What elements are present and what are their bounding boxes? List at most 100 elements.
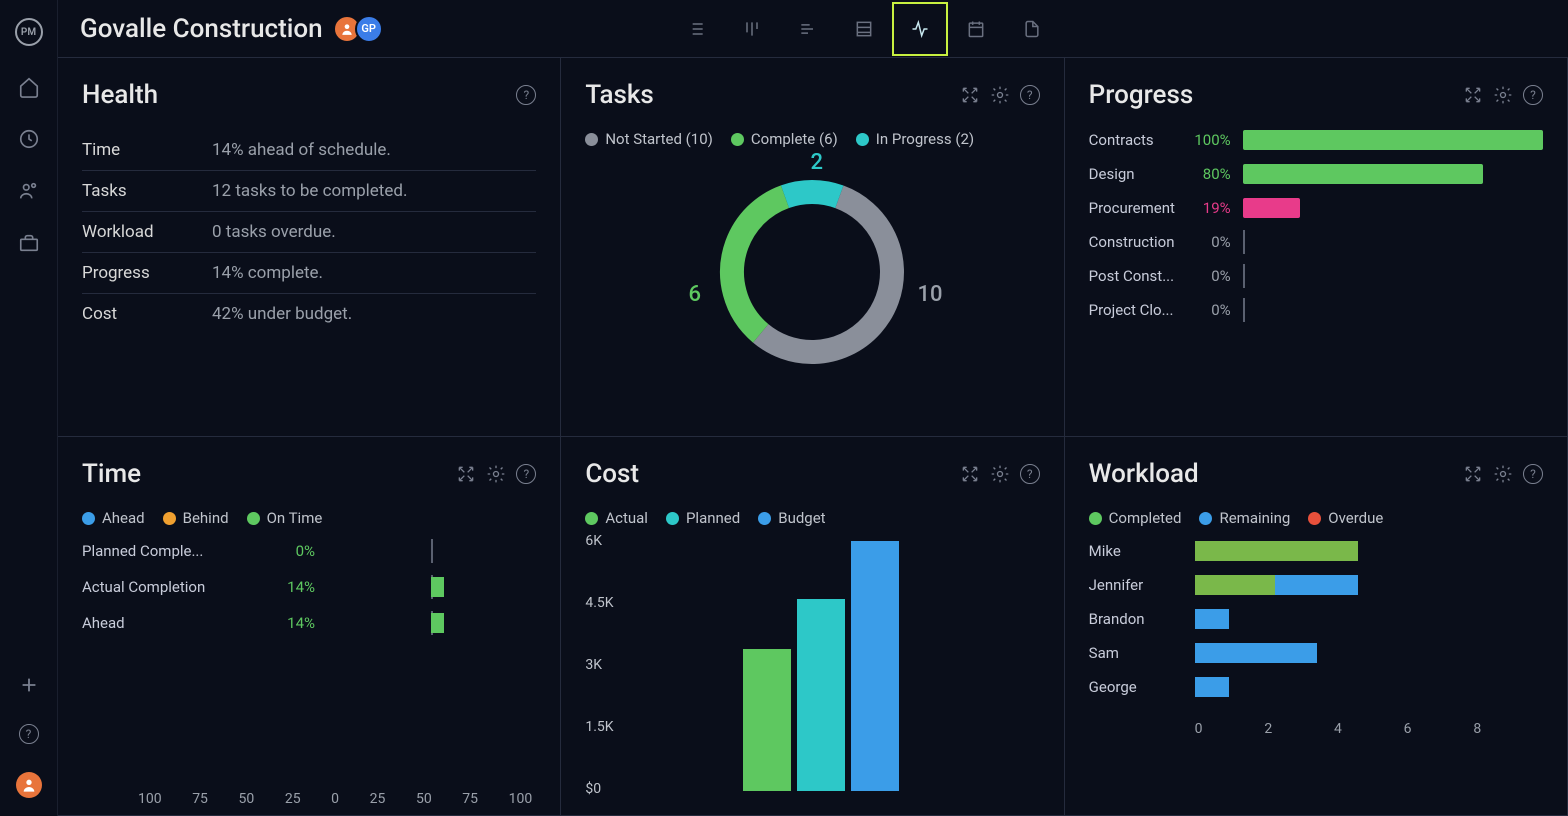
legend-dot [731, 133, 744, 146]
time-bar [431, 577, 444, 597]
time-name: Planned Comple... [82, 542, 257, 560]
progress-name: Contracts [1089, 131, 1177, 149]
legend-dot [163, 512, 176, 525]
files-view-tab[interactable] [1004, 2, 1060, 56]
workload-seg [1195, 541, 1359, 561]
progress-pct: 19% [1189, 199, 1231, 217]
progress-row: Procurement 19% [1089, 198, 1543, 218]
health-row: Workload0 tasks overdue. [82, 212, 536, 253]
progress-bar [1243, 198, 1300, 218]
legend-dot [585, 512, 598, 525]
board-view-tab[interactable] [724, 2, 780, 56]
progress-bar-bg [1243, 164, 1543, 184]
progress-bar-bg [1243, 198, 1543, 218]
axis-tick: 50 [239, 791, 255, 807]
help-icon[interactable]: ? [1020, 464, 1040, 484]
workload-name: George [1089, 678, 1183, 696]
help-icon[interactable]: ? [516, 464, 536, 484]
expand-icon[interactable] [1463, 464, 1483, 484]
sheet-view-tab[interactable] [836, 2, 892, 56]
people-icon[interactable] [18, 180, 40, 202]
progress-bar [1243, 164, 1483, 184]
progress-pct: 80% [1189, 165, 1231, 183]
legend-label: In Progress (2) [876, 130, 974, 148]
cost-ylabel: 6K [585, 533, 602, 549]
cost-title: Cost [585, 459, 639, 489]
axis-tick: 25 [370, 791, 386, 807]
tasks-panel: Tasks ? Not Started (10)Complete (6)In P… [561, 58, 1064, 437]
legend-dot [758, 512, 771, 525]
workload-row: Jennifer [1089, 575, 1543, 595]
legend-dot [585, 133, 598, 146]
axis-tick: 2 [1264, 721, 1334, 737]
progress-pct: 0% [1189, 301, 1231, 319]
progress-row: Design 80% [1089, 164, 1543, 184]
help-icon[interactable]: ? [1523, 85, 1543, 105]
calendar-view-tab[interactable] [948, 2, 1004, 56]
progress-tick [1243, 264, 1245, 288]
axis-tick: 25 [285, 791, 301, 807]
legend-item: Behind [163, 509, 229, 527]
legend-item: Actual [585, 509, 648, 527]
app-logo[interactable]: PM [15, 18, 43, 46]
health-value: 14% ahead of schedule. [212, 140, 391, 160]
expand-icon[interactable] [1463, 85, 1483, 105]
view-tabs [668, 2, 1060, 56]
help-icon[interactable]: ? [1020, 85, 1040, 105]
axis-tick: 50 [416, 791, 432, 807]
progress-row: Project Clo...0% [1089, 300, 1543, 320]
workload-name: Brandon [1089, 610, 1183, 628]
legend-dot [1199, 512, 1212, 525]
time-row: Ahead14% [82, 613, 536, 633]
gantt-view-tab[interactable] [780, 2, 836, 56]
collaborator-avatars[interactable]: GP [339, 15, 383, 43]
help-icon[interactable]: ? [19, 724, 39, 744]
expand-icon[interactable] [456, 464, 476, 484]
plus-icon[interactable] [18, 674, 40, 696]
home-icon[interactable] [18, 76, 40, 98]
left-sidebar: PM ? [0, 0, 58, 816]
help-icon[interactable]: ? [516, 85, 536, 105]
legend-label: Not Started (10) [605, 130, 713, 148]
legend-item: Completed [1089, 509, 1182, 527]
project-title: Govalle Construction [80, 14, 323, 44]
cost-ylabel: 3K [585, 657, 602, 673]
expand-icon[interactable] [960, 85, 980, 105]
workload-bar [1195, 609, 1543, 629]
workload-seg [1195, 643, 1317, 663]
gear-icon[interactable] [486, 464, 506, 484]
time-bar-area [325, 577, 536, 597]
workload-bar [1195, 677, 1543, 697]
progress-tick [1243, 230, 1245, 254]
progress-panel: Progress ? Contracts100%Design80%Procure… [1065, 58, 1568, 437]
cost-bar-chart: 6K4.5K3K1.5K$0 [623, 541, 1039, 791]
legend-label: Actual [605, 509, 648, 527]
user-avatar[interactable] [16, 772, 42, 798]
workload-bar [1195, 575, 1543, 595]
health-value: 0 tasks overdue. [212, 222, 336, 242]
progress-name: Design [1089, 165, 1177, 183]
progress-name: Post Const... [1089, 267, 1177, 285]
gear-icon[interactable] [1493, 464, 1513, 484]
workload-seg [1275, 575, 1359, 595]
dashboard-view-tab[interactable] [892, 2, 948, 56]
cost-ylabel: 4.5K [585, 595, 613, 611]
progress-name: Procurement [1089, 199, 1177, 217]
top-bar: Govalle Construction GP [58, 0, 1568, 58]
list-view-tab[interactable] [668, 2, 724, 56]
legend-label: Overdue [1328, 509, 1383, 527]
briefcase-icon[interactable] [18, 232, 40, 254]
legend-label: Behind [183, 509, 229, 527]
gear-icon[interactable] [990, 464, 1010, 484]
time-pct: 0% [267, 542, 315, 560]
axis-tick: 0 [1195, 721, 1265, 737]
gear-icon[interactable] [990, 85, 1010, 105]
clock-icon[interactable] [18, 128, 40, 150]
expand-icon[interactable] [960, 464, 980, 484]
help-icon[interactable]: ? [1523, 464, 1543, 484]
donut-label-notstarted: 10 [917, 282, 942, 307]
workload-title: Workload [1089, 459, 1199, 489]
gear-icon[interactable] [1493, 85, 1513, 105]
avatar-initials: GP [355, 15, 383, 43]
axis-tick: 100 [138, 791, 162, 807]
